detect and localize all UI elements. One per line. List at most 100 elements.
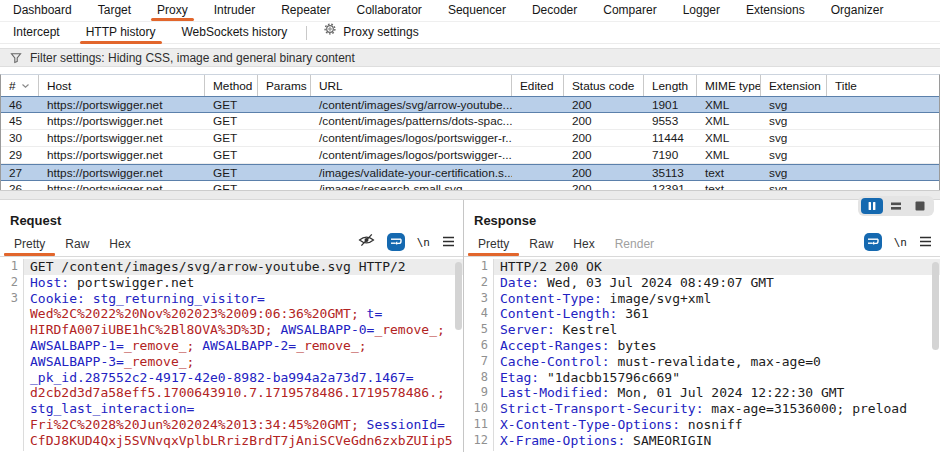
response-line: 4Content-Length: 361 <box>464 306 940 322</box>
response-line-text: Date: Wed, 03 Jul 2024 08:49:07 GMT <box>494 275 774 291</box>
eye-crossed-icon[interactable] <box>358 233 375 251</box>
pause-icon[interactable] <box>861 198 883 214</box>
response-line-text: Last-Modified: Mon, 01 Jul 2024 12:22:30… <box>494 385 844 401</box>
sub-tab-websockets-history[interactable]: WebSockets history <box>169 22 301 44</box>
response-tab-pretty[interactable]: Pretty <box>468 233 519 256</box>
sub-tab-http-history[interactable]: HTTP history <box>73 22 169 44</box>
newline-icon[interactable]: \n <box>894 236 907 249</box>
line-number <box>0 385 24 401</box>
cell-extension: svg <box>761 131 827 145</box>
cell-num: 46 <box>1 98 39 112</box>
column-label: Length <box>652 79 688 93</box>
hamburger-menu-icon[interactable] <box>442 233 455 251</box>
main-tab-sequencer[interactable]: Sequencer <box>435 0 519 22</box>
main-tab-decoder[interactable]: Decoder <box>519 0 590 22</box>
main-tab-intruder[interactable]: Intruder <box>201 0 268 22</box>
rows-layout-icon[interactable] <box>885 198 907 214</box>
column-header-length[interactable]: Length <box>644 75 697 96</box>
main-tab-proxy[interactable]: Proxy <box>144 0 201 22</box>
request-line: d2cb2d3d7a58eff5.1700643910.7.1719578486… <box>0 385 463 401</box>
table-row[interactable]: 30https://portswigger.netGET/content/ima… <box>1 130 939 147</box>
response-line-text: Strict-Transport-Security: max-age=31536… <box>494 401 907 417</box>
request-tab-hex[interactable]: Hex <box>99 233 140 256</box>
response-tab-raw[interactable]: Raw <box>519 233 563 256</box>
cell-num: 29 <box>1 148 39 162</box>
column-header-num[interactable]: # <box>1 75 39 96</box>
response-tab-render[interactable]: Render <box>605 233 664 256</box>
response-line-text: X-Frame-Options: SAMEORIGIN <box>494 433 711 449</box>
main-tab-dashboard[interactable]: Dashboard <box>0 0 85 22</box>
response-line: 5Server: Kestrel <box>464 322 940 338</box>
main-tab-repeater[interactable]: Repeater <box>268 0 343 22</box>
table-row[interactable]: 45https://portswigger.netGET/content/ima… <box>1 113 939 130</box>
line-number: 1 <box>464 259 494 275</box>
response-tab-hex[interactable]: Hex <box>563 233 604 256</box>
column-label: Status code <box>572 79 634 93</box>
wrap-lines-icon[interactable] <box>387 233 405 251</box>
column-label: URL <box>319 79 343 93</box>
line-number: 6 <box>464 338 494 354</box>
cell-url: /images/research-small.svg <box>311 182 512 190</box>
main-tab-organizer[interactable]: Organizer <box>818 0 897 22</box>
column-header-params[interactable]: Params <box>258 75 311 96</box>
response-line: 9Last-Modified: Mon, 01 Jul 2024 12:22:3… <box>464 385 940 401</box>
request-line: AWSALBAPP-3=_remove_; <box>0 354 463 370</box>
proxy-settings-label: Proxy settings <box>343 22 418 43</box>
response-line-text: Cache-Control: must-revalidate, max-age=… <box>494 354 821 370</box>
column-header-method[interactable]: Method <box>205 75 258 96</box>
table-row[interactable]: 26https://portswigger.netGET/images/rese… <box>1 181 939 190</box>
horizontal-splitter[interactable] <box>0 190 940 200</box>
response-line: 12X-Frame-Options: SAMEORIGIN <box>464 433 940 449</box>
request-editor[interactable]: 1GET /content/images/svg/arrow-youtube.s… <box>0 256 463 451</box>
line-number: 10 <box>464 401 494 417</box>
main-tab-extensions[interactable]: Extensions <box>733 0 818 22</box>
response-editor[interactable]: 1HTTP/2 200 OK2Date: Wed, 03 Jul 2024 08… <box>464 256 940 451</box>
table-row[interactable]: 29https://portswigger.netGET/content/ima… <box>1 147 939 164</box>
filter-settings-bar[interactable]: Filter settings: Hiding CSS, image and g… <box>0 48 940 67</box>
table-row[interactable]: 46https://portswigger.netGET/content/ima… <box>1 96 939 113</box>
request-line-text: Fri%2C%2028%20Jun%202024%2013:34:45%20GM… <box>24 417 445 433</box>
main-tab-collaborator[interactable]: Collaborator <box>344 0 435 22</box>
request-scrollbar[interactable] <box>455 262 462 330</box>
wrap-lines-icon[interactable] <box>864 233 882 251</box>
cell-method: GET <box>205 182 258 190</box>
line-number <box>0 354 24 370</box>
request-line-text: AWSALBAPP-3=_remove_; <box>24 354 194 370</box>
request-tab-raw[interactable]: Raw <box>55 233 99 256</box>
response-line-text: Server: Kestrel <box>494 322 617 338</box>
column-header-mime-type[interactable]: MIME type <box>697 75 761 96</box>
newline-icon[interactable]: \n <box>417 236 430 249</box>
column-header-title[interactable]: Title <box>827 75 939 96</box>
column-header-host[interactable]: Host <box>39 75 205 96</box>
cell-status-code: 200 <box>564 98 644 112</box>
column-header-url[interactable]: URL <box>311 75 512 96</box>
line-number <box>0 433 24 449</box>
main-tab-target[interactable]: Target <box>85 0 144 22</box>
main-tab-comparer[interactable]: Comparer <box>590 0 669 22</box>
cell-num: 27 <box>1 166 39 180</box>
hamburger-menu-icon[interactable] <box>919 233 932 251</box>
response-line-text: Content-Length: 361 <box>494 306 649 322</box>
request-line: CfDJ8KUD4Qxj5SVNvqxVplbLRrizBrdT7jAniSCV… <box>0 433 463 449</box>
single-layout-icon[interactable] <box>909 198 931 214</box>
request-line: AWSALBAPP-1=_remove_; AWSALBAPP-2=_remov… <box>0 338 463 354</box>
response-scrollbar[interactable] <box>932 262 939 350</box>
cell-extension: svg <box>761 98 827 112</box>
cell-method: GET <box>205 98 258 112</box>
column-header-status-code[interactable]: Status code <box>564 75 644 96</box>
request-line: 3Cookie: stg_returning_visitor= <box>0 291 463 307</box>
proxy-settings-button[interactable]: Proxy settings <box>317 22 424 44</box>
request-line-text: Host: portswigger.net <box>24 275 194 291</box>
request-line: _pk_id.287552c2-4917-42e0-8982-ba994a2a7… <box>0 370 463 386</box>
main-tab-logger[interactable]: Logger <box>670 0 733 22</box>
request-toolbar: \n <box>358 233 455 251</box>
chevron-down-icon <box>21 83 30 89</box>
table-row[interactable]: 27https://portswigger.netGET/images/vali… <box>1 164 939 181</box>
sub-tab-intercept[interactable]: Intercept <box>0 22 73 44</box>
request-tab-pretty[interactable]: Pretty <box>4 233 55 256</box>
column-header-edited[interactable]: Edited <box>512 75 564 96</box>
response-line: 8Etag: "1dacbb15796c669" <box>464 370 940 386</box>
layout-switcher <box>858 196 934 216</box>
column-header-extension[interactable]: Extension <box>761 75 827 96</box>
line-number <box>0 449 24 451</box>
